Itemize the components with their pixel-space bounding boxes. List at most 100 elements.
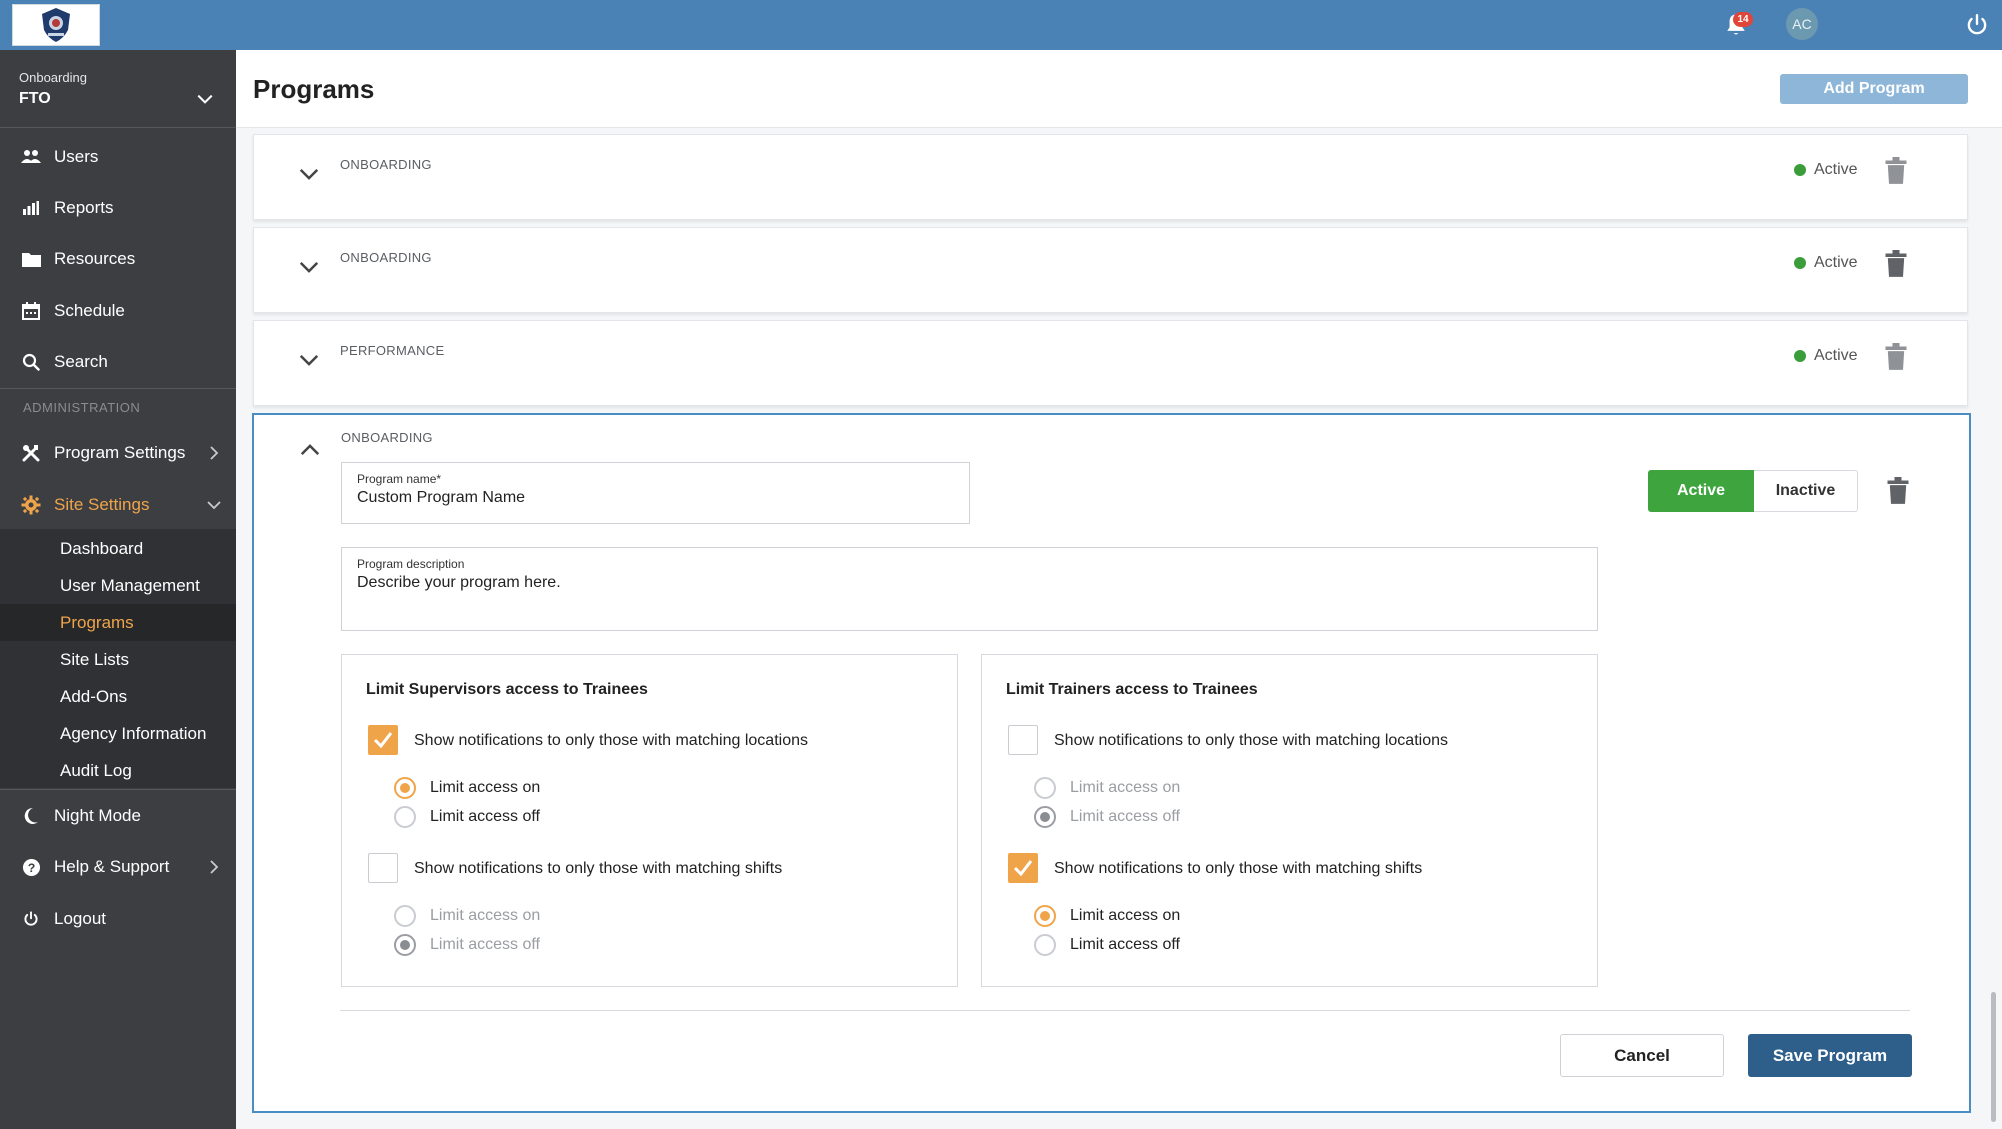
- chevron-down-icon[interactable]: [298, 163, 320, 185]
- program-type: ONBOARDING: [340, 250, 432, 265]
- chevron-up-icon[interactable]: [299, 439, 321, 461]
- sidebar-item-logout[interactable]: Logout: [0, 894, 236, 944]
- administration-heading: ADMINISTRATION: [23, 400, 141, 415]
- moon-icon: [20, 805, 42, 827]
- tools-icon: [20, 442, 42, 464]
- sidebar-item-resources[interactable]: Resources: [0, 234, 236, 284]
- submenu-item-label: Dashboard: [60, 538, 144, 558]
- sidebar-item-program-settings[interactable]: Program Settings: [0, 428, 236, 478]
- trash-icon[interactable]: [1884, 157, 1908, 185]
- agency-logo[interactable]: [12, 4, 100, 46]
- program-card[interactable]: ONBOARDING Active: [253, 227, 1968, 313]
- program-card[interactable]: PERFORMANCE Active: [253, 320, 1968, 406]
- submenu-item-user-management[interactable]: User Management: [0, 567, 236, 604]
- limit-on-radio[interactable]: [1034, 777, 1056, 799]
- status-dot: [1794, 257, 1806, 269]
- program-card[interactable]: ONBOARDING Active: [253, 134, 1968, 220]
- add-program-button[interactable]: Add Program: [1780, 74, 1968, 104]
- sidebar-item-reports[interactable]: Reports: [0, 183, 236, 233]
- inactive-toggle-button[interactable]: Inactive: [1754, 470, 1858, 512]
- top-bar: 14 AC: [0, 0, 2002, 50]
- radio-label: Limit access off: [430, 808, 540, 825]
- supervisors-access-panel: Limit Supervisors access to Trainees Sho…: [341, 654, 958, 987]
- submenu-item-label: Add-Ons: [60, 686, 128, 706]
- status-badge: Active: [1794, 254, 1858, 272]
- trash-icon[interactable]: [1884, 250, 1908, 278]
- trash-icon[interactable]: [1884, 343, 1908, 371]
- limit-on-radio[interactable]: [1034, 905, 1056, 927]
- page-title: Programs: [253, 74, 375, 104]
- radio-label: Limit access off: [1070, 936, 1180, 953]
- power-icon[interactable]: [1964, 12, 1990, 38]
- status-dot: [1794, 350, 1806, 362]
- limit-off-radio[interactable]: [1034, 934, 1056, 956]
- avatar[interactable]: AC: [1786, 8, 1818, 40]
- limit-off-radio[interactable]: [394, 806, 416, 828]
- status-dot: [1794, 164, 1806, 176]
- bar-chart-icon: [20, 197, 42, 219]
- chevron-right-icon: [210, 860, 219, 874]
- submenu-item-audit-log[interactable]: Audit Log: [0, 752, 236, 789]
- active-toggle-button[interactable]: Active: [1648, 470, 1754, 512]
- folder-icon: [20, 248, 42, 270]
- status-label: Active: [1814, 254, 1858, 271]
- limit-off-radio[interactable]: [1034, 806, 1056, 828]
- program-selector-label: Onboarding: [19, 70, 87, 85]
- sidebar-item-search[interactable]: Search: [0, 337, 236, 387]
- checkbox-label: Show notifications to only those with ma…: [1054, 860, 1423, 877]
- radio-label: Limit access on: [430, 907, 541, 924]
- submenu-item-programs[interactable]: Programs: [0, 604, 236, 641]
- cancel-button[interactable]: Cancel: [1560, 1034, 1724, 1077]
- status-toggle: Active Inactive: [1648, 470, 1858, 512]
- submenu-item-dashboard[interactable]: Dashboard: [0, 530, 236, 567]
- submenu-item-site-lists[interactable]: Site Lists: [0, 641, 236, 678]
- submenu-item-add-ons[interactable]: Add-Ons: [0, 678, 236, 715]
- status-badge: Active: [1794, 347, 1858, 365]
- sidebar-item-label: Site Settings: [54, 495, 150, 514]
- page-header: [236, 50, 2002, 128]
- shifts-checkbox[interactable]: [1008, 853, 1038, 883]
- locations-checkbox[interactable]: [1008, 725, 1038, 755]
- svg-text:?: ?: [27, 860, 35, 874]
- save-program-button[interactable]: Save Program: [1748, 1034, 1912, 1077]
- chevron-down-icon[interactable]: [298, 256, 320, 278]
- radio-label: Limit access on: [430, 779, 541, 796]
- status-label: Active: [1814, 161, 1858, 178]
- shifts-checkbox[interactable]: [368, 853, 398, 883]
- panel-title: Limit Supervisors access to Trainees: [366, 681, 648, 698]
- trash-icon[interactable]: [1886, 477, 1910, 505]
- scrollbar-track[interactable]: [1988, 128, 1998, 1129]
- submenu-item-agency-information[interactable]: Agency Information: [0, 715, 236, 752]
- program-name-field[interactable]: Program name*: [341, 462, 970, 524]
- program-name-input[interactable]: [357, 489, 922, 507]
- sidebar-item-site-settings[interactable]: Site Settings: [0, 480, 236, 530]
- sidebar-item-schedule[interactable]: Schedule: [0, 286, 236, 336]
- sidebar-item-label: Help & Support: [54, 857, 170, 876]
- radio-label: Limit access on: [1070, 907, 1181, 924]
- chevron-down-icon: [197, 94, 213, 104]
- scrollbar-thumb[interactable]: [1991, 992, 1996, 1122]
- limit-on-radio[interactable]: [394, 905, 416, 927]
- program-description-input[interactable]: Describe your program here.: [357, 574, 1487, 592]
- program-selector[interactable]: Onboarding FTO: [0, 50, 236, 128]
- help-icon: ?: [20, 856, 42, 878]
- program-type: PERFORMANCE: [340, 343, 445, 358]
- radio-label: Limit access off: [430, 936, 540, 953]
- sidebar-item-label: Program Settings: [54, 443, 186, 462]
- locations-checkbox[interactable]: [368, 725, 398, 755]
- chevron-down-icon[interactable]: [298, 349, 320, 371]
- notification-badge: 14: [1733, 12, 1753, 27]
- limit-off-radio[interactable]: [394, 934, 416, 956]
- chevron-right-icon: [210, 446, 219, 460]
- program-type: ONBOARDING: [340, 157, 432, 172]
- trainers-access-panel: Limit Trainers access to Trainees Show n…: [981, 654, 1598, 987]
- sidebar-item-night-mode[interactable]: Night Mode: [0, 791, 236, 841]
- sidebar-item-help-support[interactable]: ? Help & Support: [0, 842, 236, 892]
- calendar-icon: [20, 300, 42, 322]
- program-description-field[interactable]: Program description Describe your progra…: [341, 547, 1598, 631]
- power-icon: [20, 908, 42, 930]
- submenu-item-label: Programs: [60, 612, 134, 632]
- limit-on-radio[interactable]: [394, 777, 416, 799]
- sidebar-item-users[interactable]: Users: [0, 132, 236, 182]
- submenu-item-label: Agency Information: [60, 723, 207, 743]
